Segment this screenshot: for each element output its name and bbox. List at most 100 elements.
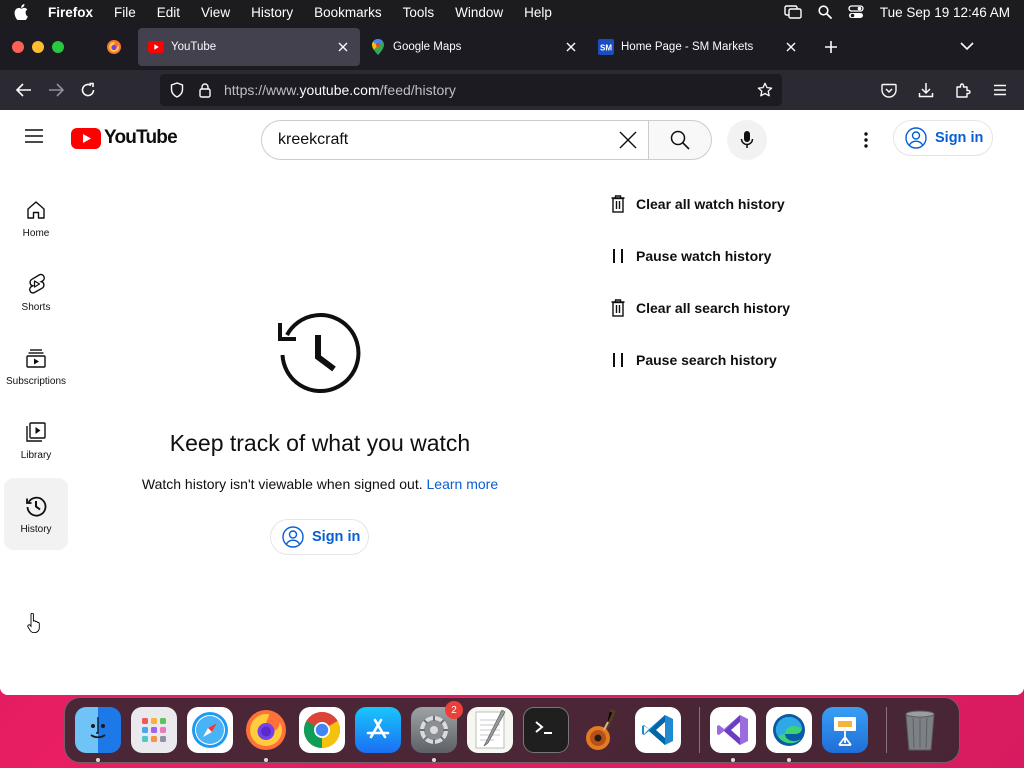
- account-circle-icon: [905, 127, 927, 149]
- menu-view[interactable]: View: [201, 5, 230, 20]
- youtube-icon: [148, 39, 164, 55]
- sidebar-item-library[interactable]: Library: [4, 404, 68, 476]
- extensions-icon[interactable]: [947, 74, 979, 106]
- pause-search-history-button[interactable]: Pause search history: [610, 348, 777, 372]
- menu-window[interactable]: Window: [455, 5, 503, 20]
- search-input[interactable]: kreekcraft: [261, 120, 649, 160]
- dock-chrome-icon[interactable]: [299, 707, 345, 753]
- star-bookmark-icon[interactable]: [756, 81, 774, 99]
- sidebar-item-subscriptions[interactable]: Subscriptions: [4, 330, 68, 402]
- youtube-logo-text: YouTube: [104, 127, 178, 148]
- pause-watch-history-button[interactable]: Pause watch history: [610, 244, 771, 268]
- sign-in-button[interactable]: Sign in: [893, 120, 993, 156]
- search-query[interactable]: kreekcraft: [278, 131, 608, 149]
- menu-history[interactable]: History: [251, 5, 293, 20]
- close-tab-icon[interactable]: [564, 40, 578, 54]
- firefox-view-icon[interactable]: [94, 24, 134, 70]
- menu-app-name[interactable]: Firefox: [48, 5, 93, 20]
- clear-watch-history-button[interactable]: Clear all watch history: [610, 192, 785, 216]
- list-all-tabs-icon[interactable]: [960, 38, 974, 56]
- dock-safari-icon[interactable]: [187, 707, 233, 753]
- sidebar-item-label: Shorts: [21, 301, 51, 313]
- downloads-icon[interactable]: [910, 74, 942, 106]
- minimize-window-button[interactable]: [32, 41, 44, 53]
- sidebar-item-home[interactable]: Home: [4, 182, 68, 254]
- dock-edge-icon[interactable]: [766, 707, 812, 762]
- empty-state-title: Keep track of what you watch: [169, 430, 471, 456]
- dock-system-settings-icon[interactable]: 2: [411, 701, 463, 762]
- subscriptions-icon: [24, 346, 48, 370]
- new-tab-icon[interactable]: [814, 30, 848, 64]
- dock-textedit-icon[interactable]: [467, 707, 513, 753]
- learn-more-link[interactable]: Learn more: [427, 476, 499, 492]
- clear-search-history-button[interactable]: Clear all search history: [610, 296, 790, 320]
- action-label: Clear all watch history: [636, 196, 785, 212]
- running-indicator: [787, 758, 791, 762]
- url-host: youtube.com: [299, 82, 380, 98]
- window-controls: [12, 41, 64, 53]
- youtube-header: YouTube kreekcraft Sign in: [0, 110, 1024, 166]
- navigation-toolbar: https://www.youtube.com/feed/history: [0, 70, 1024, 110]
- app-menu-icon[interactable]: [984, 74, 1016, 106]
- tab-label: Home Page - SM Markets: [621, 41, 754, 53]
- more-options-icon[interactable]: [852, 128, 880, 152]
- close-tab-icon[interactable]: [336, 40, 350, 54]
- svg-text:SM: SM: [600, 44, 612, 53]
- address-bar[interactable]: https://www.youtube.com/feed/history: [160, 74, 782, 106]
- back-arrow-icon[interactable]: [8, 74, 40, 106]
- dock-trash-icon[interactable]: [897, 707, 943, 753]
- tab-label: Google Maps: [393, 41, 462, 53]
- sign-in-label: Sign in: [312, 529, 361, 545]
- microphone-button[interactable]: [727, 120, 767, 160]
- dock-separator: [699, 707, 700, 753]
- macos-menu-bar: Firefox File Edit View History Bookmarks…: [0, 0, 1024, 24]
- reload-icon[interactable]: [72, 74, 104, 106]
- screen-mirroring-icon[interactable]: [784, 5, 802, 19]
- dock-garageband-icon[interactable]: [579, 707, 625, 753]
- trash-icon: [610, 298, 626, 318]
- tab-sm-markets[interactable]: SM Home Page - SM Markets: [588, 28, 808, 66]
- toolbar-right-icons: [873, 74, 1016, 106]
- lock-icon[interactable]: [196, 81, 214, 99]
- action-label: Pause watch history: [636, 248, 772, 264]
- running-indicator: [432, 758, 436, 762]
- sign-in-label: Sign in: [935, 130, 984, 146]
- zoom-window-button[interactable]: [52, 41, 64, 53]
- control-center-icon[interactable]: [848, 5, 864, 19]
- menubar-clock[interactable]: Tue Sep 19 12:46 AM: [880, 5, 1010, 20]
- menu-tools[interactable]: Tools: [403, 5, 435, 20]
- dock-vscode-icon[interactable]: [635, 707, 681, 753]
- notification-badge: 2: [445, 701, 463, 719]
- sidebar-item-history[interactable]: History: [4, 478, 68, 550]
- dock-launchpad-icon[interactable]: [131, 707, 177, 753]
- menu-bookmarks[interactable]: Bookmarks: [314, 5, 382, 20]
- menu-edit[interactable]: Edit: [157, 5, 180, 20]
- search-button[interactable]: [648, 120, 712, 160]
- menu-file[interactable]: File: [114, 5, 136, 20]
- dock-keynote-icon[interactable]: [822, 707, 868, 753]
- apple-menu-icon[interactable]: [14, 4, 28, 20]
- dock-visual-studio-icon[interactable]: [710, 707, 756, 762]
- clear-search-icon[interactable]: [608, 121, 648, 159]
- dock-separator: [886, 707, 887, 753]
- dock-terminal-icon[interactable]: [523, 707, 569, 753]
- close-tab-icon[interactable]: [784, 40, 798, 54]
- dock-app-store-icon[interactable]: [355, 707, 401, 753]
- dock-finder-icon[interactable]: [75, 707, 121, 762]
- tab-label: YouTube: [171, 41, 217, 53]
- youtube-logo[interactable]: YouTube: [71, 127, 178, 149]
- close-window-button[interactable]: [12, 41, 24, 53]
- dock-firefox-icon[interactable]: [243, 707, 289, 762]
- tab-youtube[interactable]: YouTube: [138, 28, 360, 66]
- shorts-icon: [24, 272, 48, 296]
- shield-icon[interactable]: [168, 81, 186, 99]
- pocket-icon[interactable]: [873, 74, 905, 106]
- sidebar-item-shorts[interactable]: Shorts: [4, 256, 68, 328]
- forward-arrow-icon[interactable]: [40, 74, 72, 106]
- tab-google-maps[interactable]: Google Maps: [360, 28, 588, 66]
- spotlight-search-icon[interactable]: [818, 5, 832, 19]
- hamburger-menu-icon[interactable]: [24, 128, 48, 148]
- menu-help[interactable]: Help: [524, 5, 552, 20]
- sign-in-button[interactable]: Sign in: [270, 519, 369, 555]
- url-text[interactable]: https://www.youtube.com/feed/history: [224, 82, 756, 98]
